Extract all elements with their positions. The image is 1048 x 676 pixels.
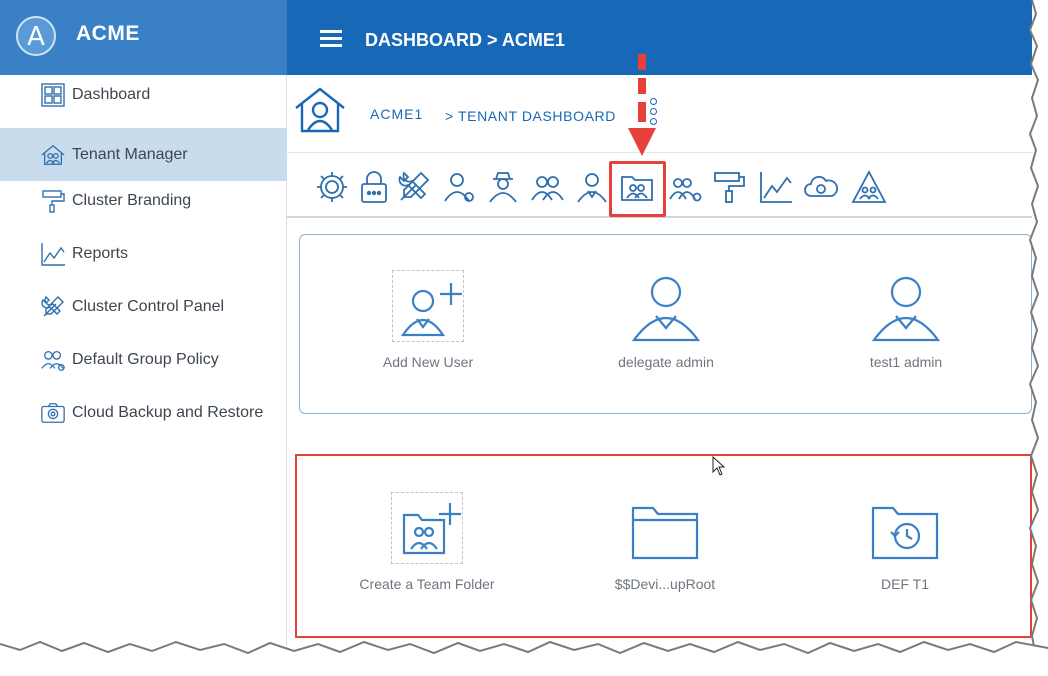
sidebar-item-label: Cluster Branding (72, 191, 192, 209)
torn-edge (0, 640, 1048, 676)
screenshot-frame: A ACME Dashboard Tenant Manager Cluster … (0, 0, 1048, 676)
sidebar-item-dashboard[interactable]: Dashboard (0, 68, 287, 121)
tools-icon (38, 292, 68, 322)
brand-header[interactable]: A ACME (0, 0, 287, 75)
group-gear-icon (38, 345, 68, 375)
card-label: test1 admin (869, 354, 943, 370)
page-title: DASHBOARD > ACME1 (365, 30, 565, 50)
top-bar: DASHBOARD > ACME1 (287, 0, 1032, 75)
paint-roller-icon[interactable] (711, 168, 749, 206)
camera-icon (38, 398, 68, 428)
sidebar-item-default-group-policy[interactable]: Default Group Policy (0, 333, 287, 386)
arrow-down-icon (628, 54, 656, 156)
warning-group-icon[interactable] (850, 168, 888, 206)
sidebar-item-cluster-branding[interactable]: Cluster Branding (0, 174, 287, 227)
sidebar-item-label: Cloud Backup and Restore (72, 403, 264, 421)
user-card-delegate-admin[interactable]: delegate admin (566, 270, 766, 390)
paint-roller-icon (38, 186, 68, 216)
hamburger-menu-icon[interactable] (320, 30, 342, 48)
line-chart-icon (38, 239, 68, 269)
cursor-icon (712, 456, 726, 476)
add-new-user-card[interactable]: Add New User (328, 270, 528, 390)
lock-icon[interactable] (355, 168, 393, 206)
users-gear-icon[interactable] (666, 168, 704, 206)
torn-edge (1028, 0, 1048, 676)
gear-icon[interactable] (313, 168, 351, 206)
card-label: Add New User (382, 354, 474, 370)
sidebar-item-label: Reports (72, 244, 129, 262)
user-icon (630, 270, 702, 342)
user-gear-icon[interactable] (440, 168, 478, 206)
sidebar-item-label: Default Group Policy (72, 350, 219, 368)
highlight-box (609, 161, 666, 217)
brand-logo: A (16, 16, 56, 56)
users-icon[interactable] (528, 168, 566, 206)
cloud-icon[interactable] (802, 168, 840, 206)
line-chart-icon[interactable] (757, 168, 795, 206)
tools-icon[interactable] (395, 168, 433, 206)
card-label: delegate admin (618, 354, 714, 370)
user-card-test1-admin[interactable]: test1 admin (806, 270, 1006, 390)
house-people-icon (38, 140, 68, 170)
sidebar-item-label: Dashboard (72, 85, 151, 103)
user-icon (870, 270, 942, 342)
user-hat-icon[interactable] (484, 168, 522, 206)
add-user-icon (392, 270, 464, 342)
sidebar-item-label: Tenant Manager (72, 145, 188, 163)
users-panel: Add New User delegate admin test1 admin (299, 234, 1032, 414)
grid-icon (38, 80, 68, 110)
breadcrumb-tenant[interactable]: ACME1 (370, 106, 423, 122)
sidebar-item-cluster-control-panel[interactable]: Cluster Control Panel (0, 280, 287, 333)
user-tie-icon[interactable] (573, 168, 611, 206)
home-user-icon[interactable] (293, 86, 347, 134)
sidebar-item-cloud-backup[interactable]: Cloud Backup and Restore (0, 386, 287, 439)
highlight-box (295, 454, 1032, 638)
brand-name: ACME (76, 22, 140, 45)
breadcrumb-page[interactable]: > TENANT DASHBOARD (445, 108, 616, 124)
sidebar: A ACME Dashboard Tenant Manager Cluster … (0, 0, 287, 645)
sidebar-item-reports[interactable]: Reports (0, 227, 287, 280)
sidebar-item-label: Cluster Control Panel (72, 297, 225, 315)
